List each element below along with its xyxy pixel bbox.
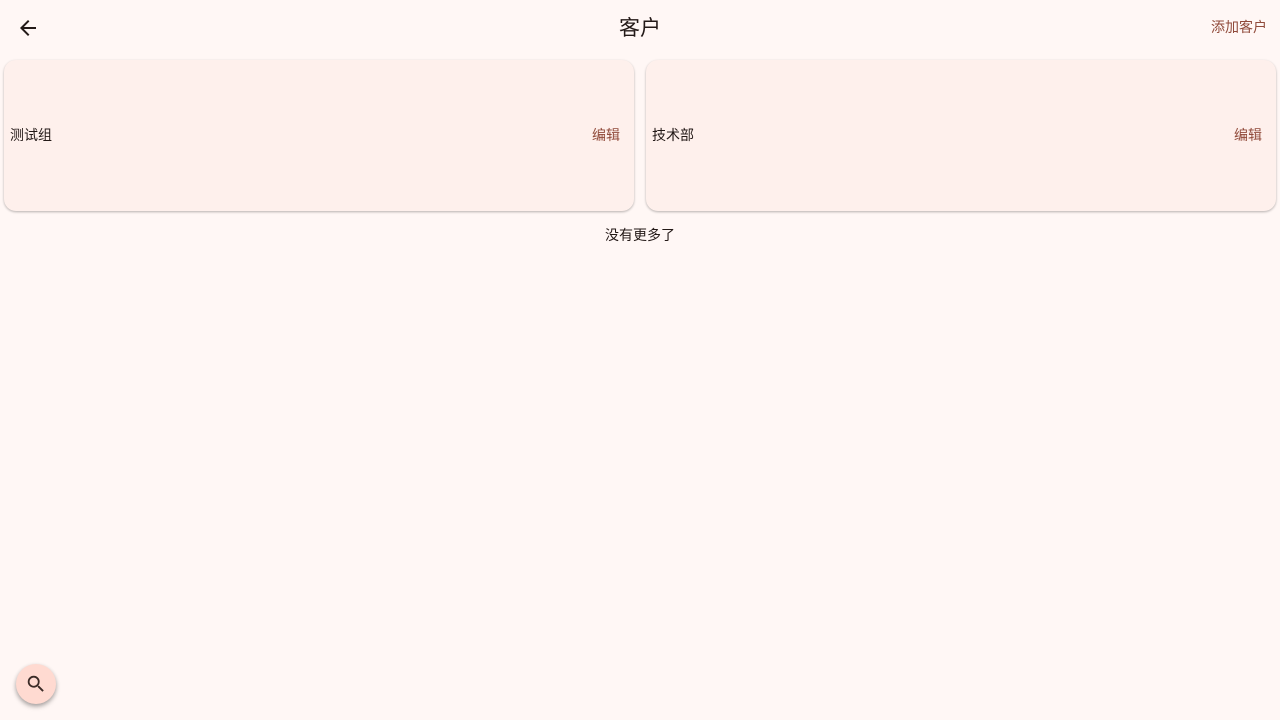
customer-card[interactable]: 技术部 编辑 — [646, 60, 1276, 211]
customer-name: 测试组 — [10, 128, 52, 144]
customer-card[interactable]: 测试组 编辑 — [4, 60, 634, 211]
customer-list: 测试组 编辑 技术部 编辑 — [4, 60, 1276, 211]
search-button[interactable] — [16, 664, 56, 704]
customer-name: 技术部 — [652, 128, 694, 144]
edit-button[interactable]: 编辑 — [592, 126, 620, 146]
edit-button[interactable]: 编辑 — [1234, 126, 1262, 146]
search-icon — [27, 675, 44, 692]
page-title: 客户 — [619, 16, 661, 40]
app-bar: 客户 添加客户 — [0, 0, 1280, 56]
list-end-message: 没有更多了 — [605, 228, 675, 244]
add-customer-button[interactable]: 添加客户 — [1211, 18, 1267, 38]
